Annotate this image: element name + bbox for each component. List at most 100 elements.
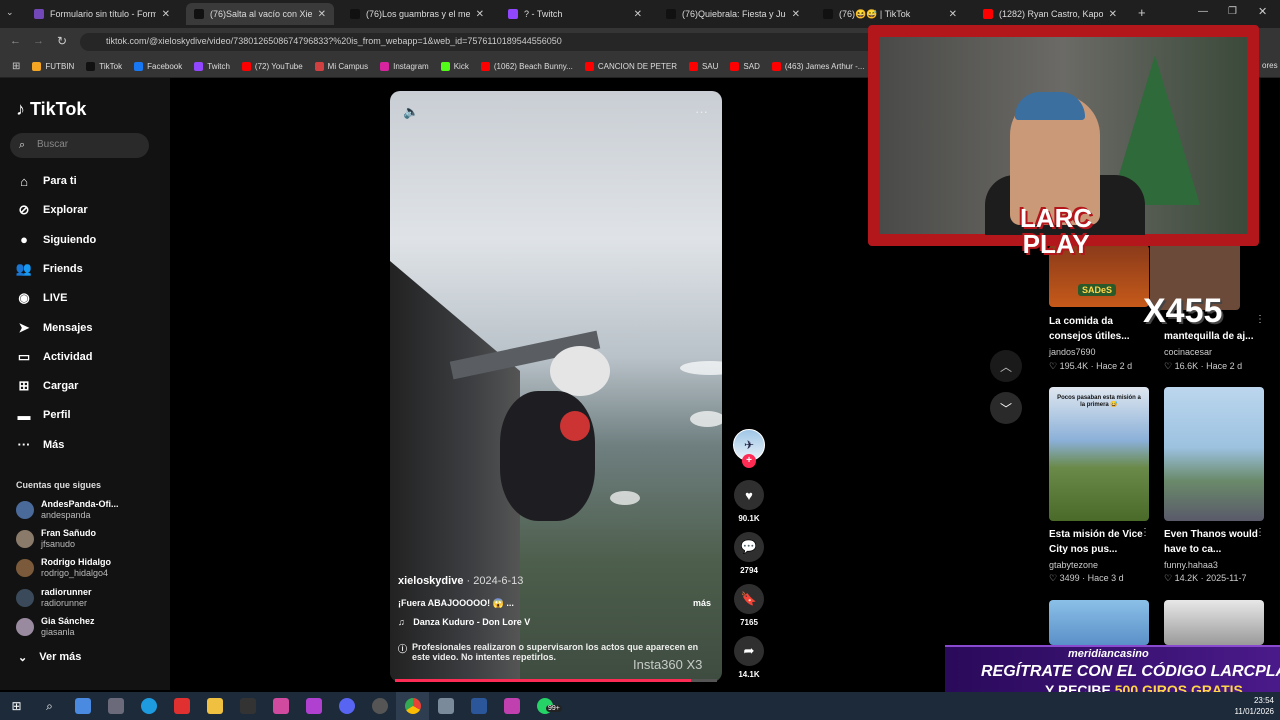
browser-tab[interactable]: ? - Twitch ✕ <box>500 3 650 25</box>
bookmark-item[interactable]: Mi Campus <box>314 62 368 71</box>
apps-grid-icon[interactable]: ⊞ <box>12 61 20 72</box>
tab-search-icon[interactable]: ⌄ <box>6 7 14 18</box>
taskbar-app[interactable] <box>231 692 264 720</box>
recommended-thumbnail[interactable] <box>1049 600 1149 645</box>
browser-tab[interactable]: Formulario sin título - Formular ✕ <box>26 3 178 25</box>
tab-close-icon[interactable]: ✕ <box>1109 9 1117 20</box>
following-account[interactable]: Rodrigo Hidalgo rodrigo_hidalgo4 <box>16 557 111 579</box>
bookmark-item[interactable]: (1062) Beach Bunny... <box>480 62 573 71</box>
bookmark-item[interactable]: TikTok <box>86 62 122 71</box>
taskbar-search[interactable]: ⌕ <box>33 692 66 720</box>
sidebar-item-siguiendo[interactable]: ● Siguiendo <box>16 232 96 248</box>
recommended-title[interactable]: Even Thanos would have to ca... <box>1164 527 1259 557</box>
forward-icon[interactable]: → <box>33 35 44 47</box>
tab-close-icon[interactable]: ✕ <box>162 9 170 20</box>
taskbar-app[interactable] <box>165 692 198 720</box>
sidebar-item-cargar[interactable]: ⊞ Cargar <box>16 378 79 394</box>
sidebar-item-friends[interactable]: 👥 Friends <box>16 261 83 277</box>
author-name[interactable]: xieloskydive <box>398 575 463 587</box>
recommended-user[interactable]: jandos7690 <box>1049 347 1096 357</box>
kebab-menu-icon[interactable]: ⋮ <box>1140 527 1150 538</box>
video-player[interactable] <box>390 91 722 682</box>
browser-tab[interactable]: (76)Los guambras y el meteorit ✕ <box>342 3 492 25</box>
recommended-thumbnail[interactable] <box>1164 387 1264 521</box>
maximize-button[interactable]: ❐ <box>1228 6 1237 17</box>
recommended-thumbnail[interactable] <box>1164 600 1264 645</box>
reload-icon[interactable]: ↻ <box>57 34 67 48</box>
browser-tab[interactable]: (76)😆😅 | TikTok ✕ <box>815 3 965 25</box>
bookmark-item[interactable]: CANCION DE PETER <box>584 62 677 71</box>
tab-close-icon[interactable]: ✕ <box>476 9 484 20</box>
taskbar-app[interactable] <box>429 692 462 720</box>
minimize-button[interactable]: — <box>1198 6 1208 17</box>
share-button[interactable]: ➦ 14.1K <box>733 636 765 679</box>
url-field[interactable]: tiktok.com/@xieloskydive/video/738012650… <box>80 33 880 51</box>
kebab-menu-icon[interactable]: ⋮ <box>1255 314 1265 325</box>
video-more-icon[interactable]: ··· <box>695 104 708 119</box>
save-button[interactable]: 🔖 7165 <box>733 584 765 627</box>
previous-video-button[interactable]: ︿ <box>990 350 1022 382</box>
recommended-user[interactable]: funny.hahaa3 <box>1164 560 1218 570</box>
search-input[interactable]: ⌕ Buscar <box>10 133 149 158</box>
sidebar-item-para-ti[interactable]: ⌂ Para ti <box>16 173 77 189</box>
following-account[interactable]: radiorunner radiorunner <box>16 587 92 609</box>
tab-close-icon[interactable]: ✕ <box>634 9 642 20</box>
recommended-title[interactable]: mantequilla de aj... <box>1164 329 1259 344</box>
taskbar-app[interactable] <box>495 692 528 720</box>
taskbar-app[interactable] <box>297 692 330 720</box>
sidebar-item-explorar[interactable]: ⊘ Explorar <box>16 202 88 218</box>
taskbar-app[interactable] <box>99 692 132 720</box>
caption-more-button[interactable]: más <box>693 598 711 608</box>
follow-button[interactable]: + <box>742 454 756 468</box>
bookmark-item[interactable]: (463) James Arthur -... <box>771 62 864 71</box>
comment-button[interactable]: 💬 2794 <box>733 532 765 575</box>
volume-icon[interactable]: 🔈 <box>403 104 419 120</box>
bookmark-item[interactable]: Facebook <box>134 62 182 71</box>
sidebar-item-actividad[interactable]: ▭ Actividad <box>16 349 93 365</box>
taskbar-app[interactable] <box>330 692 363 720</box>
recommended-user[interactable]: cocinacesar <box>1164 347 1212 357</box>
bookmark-item[interactable]: SAD <box>730 62 760 71</box>
video-progress-bar[interactable] <box>395 679 717 682</box>
tiktok-logo[interactable]: ♪ TikTok <box>16 99 86 120</box>
video-music[interactable]: ♫ Danza Kuduro - Don Lore V <box>398 617 530 627</box>
close-window-button[interactable]: ✕ <box>1258 5 1267 18</box>
tab-close-icon[interactable]: ✕ <box>792 9 800 20</box>
back-icon[interactable]: ← <box>10 35 21 47</box>
like-button[interactable]: ♥ 90.1K <box>733 480 765 523</box>
recommended-thumbnail[interactable]: Pocos pasaban esta misión a la primera 😅 <box>1049 387 1149 521</box>
bookmark-item[interactable]: Instagram <box>380 62 429 71</box>
bookmark-item[interactable]: FUTBIN <box>32 62 74 71</box>
bookmark-item[interactable]: Twitch <box>194 62 230 71</box>
following-account[interactable]: AndesPanda-Ofi... andespanda <box>16 499 119 521</box>
sidebar-item-mensajes[interactable]: ➤ Mensajes <box>16 320 93 336</box>
taskbar-app[interactable] <box>132 692 165 720</box>
bookmark-item[interactable]: (72) YouTube <box>241 62 303 71</box>
taskbar-app[interactable] <box>66 692 99 720</box>
taskbar-app[interactable] <box>462 692 495 720</box>
taskbar-app[interactable] <box>198 692 231 720</box>
new-tab-button[interactable]: + <box>1138 5 1146 20</box>
recommended-title[interactable]: La comida da consejos útiles... <box>1049 314 1144 344</box>
bookmark-item[interactable]: SAU <box>688 62 718 71</box>
tab-close-icon[interactable]: ✕ <box>949 9 957 20</box>
following-account[interactable]: Fran Sañudo jfsanudo <box>16 528 96 550</box>
browser-tab[interactable]: (76)Salta al vacío con Xielo Sky ✕ <box>186 3 334 25</box>
system-clock[interactable]: 23:54 11/01/2026 <box>1235 695 1274 717</box>
browser-tab[interactable]: (1282) Ryan Castro, Kapo, Gang ✕ <box>975 3 1125 25</box>
taskbar-app[interactable] <box>264 692 297 720</box>
next-video-button[interactable]: ﹀ <box>990 392 1022 424</box>
bookmarks-overflow[interactable]: ores <box>1262 61 1278 70</box>
taskbar-app[interactable] <box>363 692 396 720</box>
recommended-user[interactable]: gtabytezone <box>1049 560 1098 570</box>
start-button[interactable]: ⊞ <box>0 692 33 720</box>
sidebar-item-perfil[interactable]: ▬ Perfil <box>16 407 71 423</box>
taskbar-app[interactable] <box>396 692 429 720</box>
kebab-menu-icon[interactable]: ⋮ <box>1255 527 1265 538</box>
sidebar-item-más[interactable]: ··· Más <box>16 437 65 453</box>
tab-close-icon[interactable]: ✕ <box>318 9 326 20</box>
video-author[interactable]: xieloskydive · 2024-6-13 <box>398 575 523 587</box>
sidebar-item-live[interactable]: ◉ LIVE <box>16 290 67 306</box>
bookmark-item[interactable]: Kick <box>440 62 469 71</box>
taskbar-app[interactable]: 99+ <box>528 692 562 720</box>
